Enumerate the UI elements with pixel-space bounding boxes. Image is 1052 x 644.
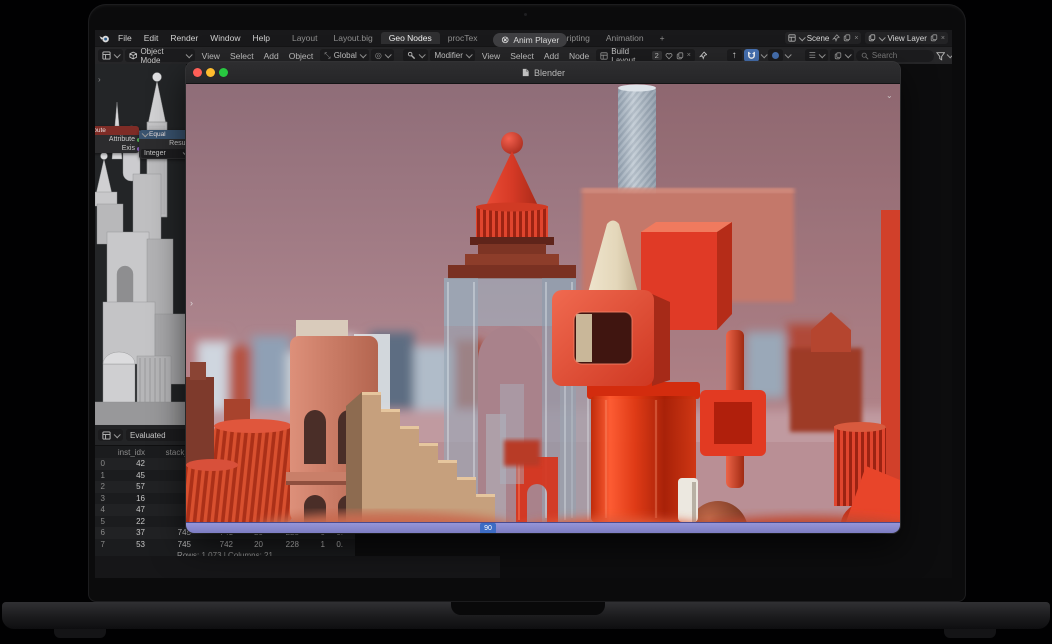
- tab-animation[interactable]: Animation: [598, 32, 652, 44]
- row-index: 0: [95, 459, 111, 468]
- timeline-playhead[interactable]: 90: [480, 523, 496, 533]
- cell-value: 47: [111, 505, 151, 514]
- floating-blender-window[interactable]: Blender: [186, 62, 900, 533]
- view-layer-name: View Layer: [887, 34, 926, 43]
- row-index: 4: [95, 505, 111, 514]
- user-count-badge[interactable]: 2: [652, 51, 662, 60]
- rubber-foot: [944, 629, 996, 638]
- cell-value: 53: [111, 540, 151, 549]
- webcam-dot: [524, 13, 527, 16]
- pin-icon[interactable]: [699, 51, 707, 60]
- tab--[interactable]: +: [652, 32, 673, 44]
- search-placeholder: Search: [872, 51, 897, 60]
- anim-player-indicator[interactable]: ⊗ Anim Player: [493, 33, 567, 47]
- proportional-edit-icon: [772, 52, 779, 59]
- svg-text:›: ›: [190, 298, 193, 308]
- cell-value: 228: [269, 540, 305, 549]
- stop-icon[interactable]: ⊗: [501, 35, 509, 46]
- cell-value: 57: [111, 482, 151, 491]
- spreadsheet-icon: [102, 431, 111, 440]
- snap-target-button[interactable]: ⭡: [727, 49, 742, 62]
- blender-screen: FileEditRenderWindowHelp LayoutLayout.bi…: [95, 30, 952, 578]
- row-index: 3: [95, 494, 111, 503]
- laptop-base: [2, 602, 1050, 629]
- geometry-node-editor[interactable]: ttribute Attribute Exis Equal Result Int…: [95, 556, 500, 578]
- fake-user-heart-icon[interactable]: [665, 52, 673, 60]
- menu-node[interactable]: Node: [564, 51, 594, 61]
- menu-select[interactable]: Select: [505, 51, 539, 61]
- spreadsheet-editor-type[interactable]: [98, 429, 123, 441]
- new-copy-icon[interactable]: [676, 52, 684, 60]
- rubber-foot: [54, 629, 106, 638]
- dataset-label: Evaluated: [130, 431, 166, 440]
- cell-value: 42: [111, 459, 151, 468]
- view-layer-icon: [868, 34, 876, 42]
- 3d-viewport-render[interactable]: › ⌄: [186, 84, 900, 522]
- unlink-icon[interactable]: ×: [687, 52, 691, 59]
- proportional-edit-toggle[interactable]: [768, 49, 783, 62]
- window-title: Blender: [534, 68, 565, 78]
- cell-value: 0.: [331, 540, 349, 549]
- node-tree-icon: [600, 52, 608, 60]
- snap-magnet-toggle[interactable]: [744, 49, 759, 62]
- current-frame: 90: [484, 525, 492, 532]
- outliner-search-input[interactable]: Search: [856, 50, 934, 62]
- lid-notch: [451, 602, 605, 615]
- cell-value: 22: [111, 517, 151, 526]
- scene-selector[interactable]: Scene ×: [785, 32, 862, 44]
- snap-options-chevron[interactable]: [760, 51, 767, 58]
- row-index: 5: [95, 517, 111, 526]
- table-row[interactable]: 7537457422022810.: [95, 539, 355, 551]
- remove-icon[interactable]: ×: [941, 35, 945, 42]
- proportional-options-chevron[interactable]: [784, 51, 791, 58]
- window-title-bar[interactable]: Blender: [186, 62, 900, 84]
- cell-value: 742: [197, 540, 239, 549]
- cell-value: 20: [239, 540, 269, 549]
- scene-name: Scene: [807, 34, 830, 43]
- menu-add[interactable]: Add: [539, 51, 564, 61]
- row-index: 6: [95, 528, 111, 537]
- cell-value: 1: [305, 540, 331, 549]
- unlink-icon[interactable]: ×: [854, 35, 858, 42]
- chevron-down-icon: [879, 34, 886, 41]
- row-index: 1: [95, 471, 111, 480]
- scene-icon: [788, 34, 796, 42]
- row-index: 2: [95, 482, 111, 491]
- laptop-lid: FileEditRenderWindowHelp LayoutLayout.bi…: [88, 4, 966, 602]
- cell-value: 45: [111, 471, 151, 480]
- view-layer-selector[interactable]: View Layer ×: [865, 32, 948, 44]
- chevron-down-icon: [798, 34, 805, 41]
- document-icon: [521, 68, 530, 77]
- magnet-icon: [747, 51, 756, 60]
- new-copy-icon[interactable]: [843, 34, 851, 42]
- column-header-inst_idx[interactable]: inst_idx: [111, 448, 151, 457]
- laptop-mockup: FileEditRenderWindowHelp LayoutLayout.bi…: [0, 0, 1052, 644]
- filter-funnel-icon[interactable]: [936, 51, 945, 61]
- outliner-display-dropdown[interactable]: ☰: [805, 49, 828, 62]
- cell-value: 745: [151, 540, 197, 549]
- cell-value: 16: [111, 494, 151, 503]
- pin-icon[interactable]: [832, 34, 840, 42]
- cell-value: 37: [111, 528, 151, 537]
- node-group-datablock[interactable]: Build Layout 2 ×: [596, 49, 695, 62]
- svg-text:⌄: ⌄: [886, 91, 893, 100]
- row-index: 7: [95, 540, 111, 549]
- outliner-filter-dropdown[interactable]: [830, 49, 854, 62]
- filter-chevron[interactable]: [947, 51, 952, 58]
- anim-player-label: Anim Player: [513, 35, 559, 45]
- image-icon: [834, 52, 842, 60]
- red-city-scene: › ⌄: [186, 84, 900, 522]
- timeline-strip[interactable]: 90: [186, 522, 900, 533]
- search-icon: [861, 52, 869, 60]
- new-copy-icon[interactable]: [930, 34, 938, 42]
